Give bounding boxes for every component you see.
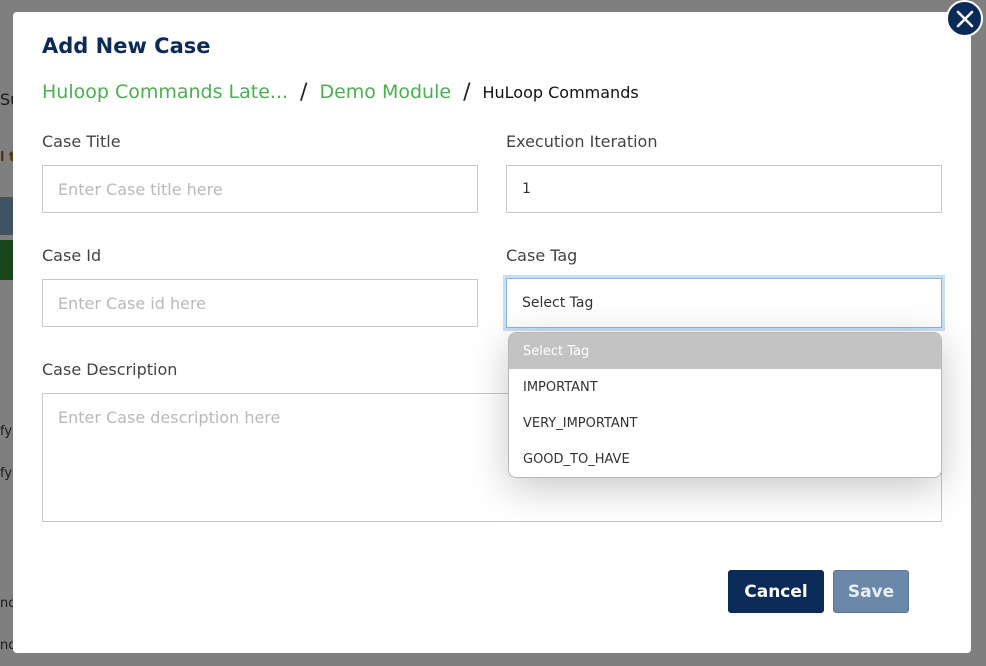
breadcrumb-item-module[interactable]: Demo Module bbox=[319, 81, 451, 103]
case-tag-option-select-tag[interactable]: Select Tag bbox=[509, 333, 941, 369]
case-title-input[interactable] bbox=[42, 165, 478, 213]
close-button[interactable] bbox=[946, 0, 983, 37]
breadcrumb-item-project[interactable]: Huloop Commands Late... bbox=[42, 81, 288, 103]
add-case-modal: Add New Case Huloop Commands Late... / D… bbox=[13, 12, 971, 653]
save-button[interactable]: Save bbox=[833, 570, 909, 613]
modal-title: Add New Case bbox=[42, 34, 211, 58]
case-id-input[interactable] bbox=[42, 279, 478, 327]
case-tag-option-good-to-have[interactable]: GOOD_TO_HAVE bbox=[509, 441, 941, 477]
execution-iteration-label: Execution Iteration bbox=[506, 132, 658, 151]
close-icon bbox=[956, 10, 973, 27]
case-id-label: Case Id bbox=[42, 246, 102, 265]
case-tag-option-very-important[interactable]: VERY_IMPORTANT bbox=[509, 405, 941, 441]
case-tag-selected-value: Select Tag bbox=[522, 295, 594, 311]
case-title-label: Case Title bbox=[42, 132, 121, 151]
case-tag-select[interactable]: Select Tag bbox=[506, 278, 942, 328]
case-tag-label: Case Tag bbox=[506, 246, 578, 265]
breadcrumb-separator: / bbox=[300, 79, 308, 105]
execution-iteration-input[interactable] bbox=[506, 165, 942, 213]
case-tag-dropdown: Select Tag IMPORTANT VERY_IMPORTANT GOOD… bbox=[508, 332, 942, 478]
breadcrumb: Huloop Commands Late... / Demo Module / … bbox=[42, 78, 639, 106]
breadcrumb-separator: / bbox=[463, 79, 471, 105]
breadcrumb-current: HuLoop Commands bbox=[482, 82, 639, 102]
cancel-button[interactable]: Cancel bbox=[728, 570, 824, 613]
case-description-label: Case Description bbox=[42, 360, 178, 379]
case-tag-option-important[interactable]: IMPORTANT bbox=[509, 369, 941, 405]
